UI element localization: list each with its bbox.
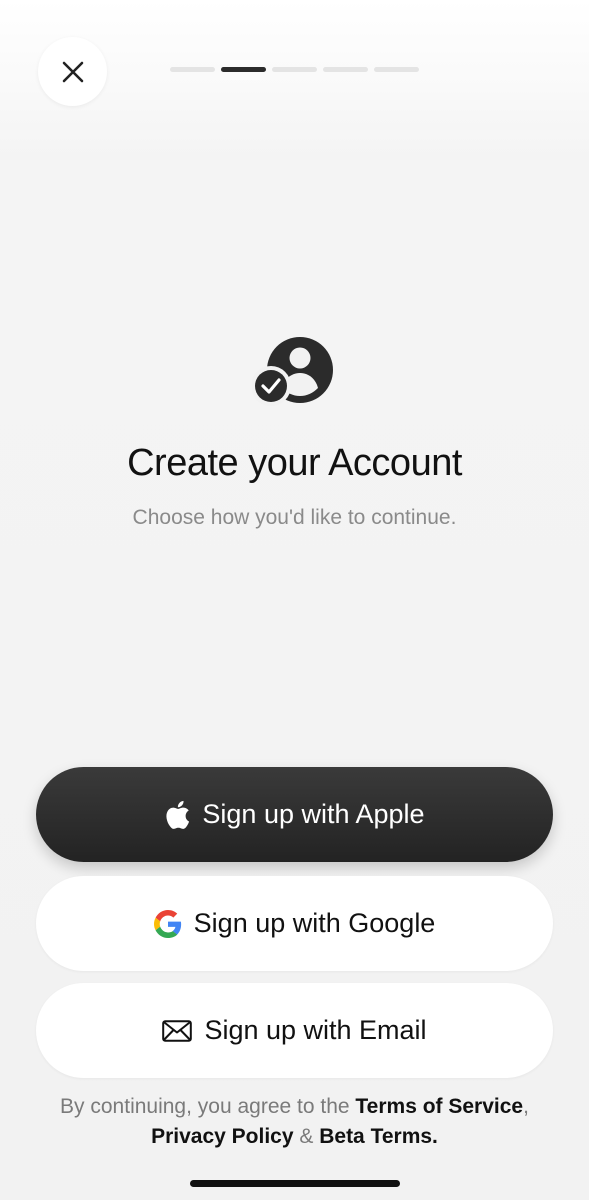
close-icon [62, 61, 83, 82]
sign-up-apple-label: Sign up with Apple [202, 799, 425, 829]
progress-step [323, 67, 368, 72]
user-check-icon [252, 337, 333, 406]
beta-terms-link[interactable]: Beta Terms. [319, 1125, 438, 1148]
apple-icon [164, 800, 190, 830]
mail-icon [162, 1019, 193, 1042]
sign-up-email-label: Sign up with Email [204, 1015, 427, 1045]
progress-step [170, 67, 215, 72]
legal-comma: , [523, 1095, 529, 1118]
progress-step [272, 67, 317, 72]
sign-up-google-button[interactable]: Sign up with Google [36, 876, 553, 971]
legal-prefix: By continuing, you agree to the [60, 1095, 356, 1118]
terms-of-service-link[interactable]: Terms of Service [355, 1095, 523, 1118]
legal-ampersand: & [293, 1125, 320, 1148]
sign-up-apple-button[interactable]: Sign up with Apple [36, 767, 553, 862]
progress-step-current [221, 67, 266, 72]
legal-notice: By continuing, you agree to the Terms of… [60, 1092, 529, 1152]
sign-up-google-label: Sign up with Google [193, 908, 436, 938]
progress-indicator [170, 67, 419, 72]
privacy-policy-link[interactable]: Privacy Policy [151, 1125, 293, 1148]
page-title: Create your Account [127, 442, 462, 484]
progress-step [374, 67, 419, 72]
sign-up-email-button[interactable]: Sign up with Email [36, 983, 553, 1078]
page-subtitle: Choose how you'd like to continue. [132, 506, 457, 529]
close-button[interactable] [38, 37, 107, 106]
home-indicator [190, 1180, 400, 1187]
google-icon [153, 909, 182, 938]
